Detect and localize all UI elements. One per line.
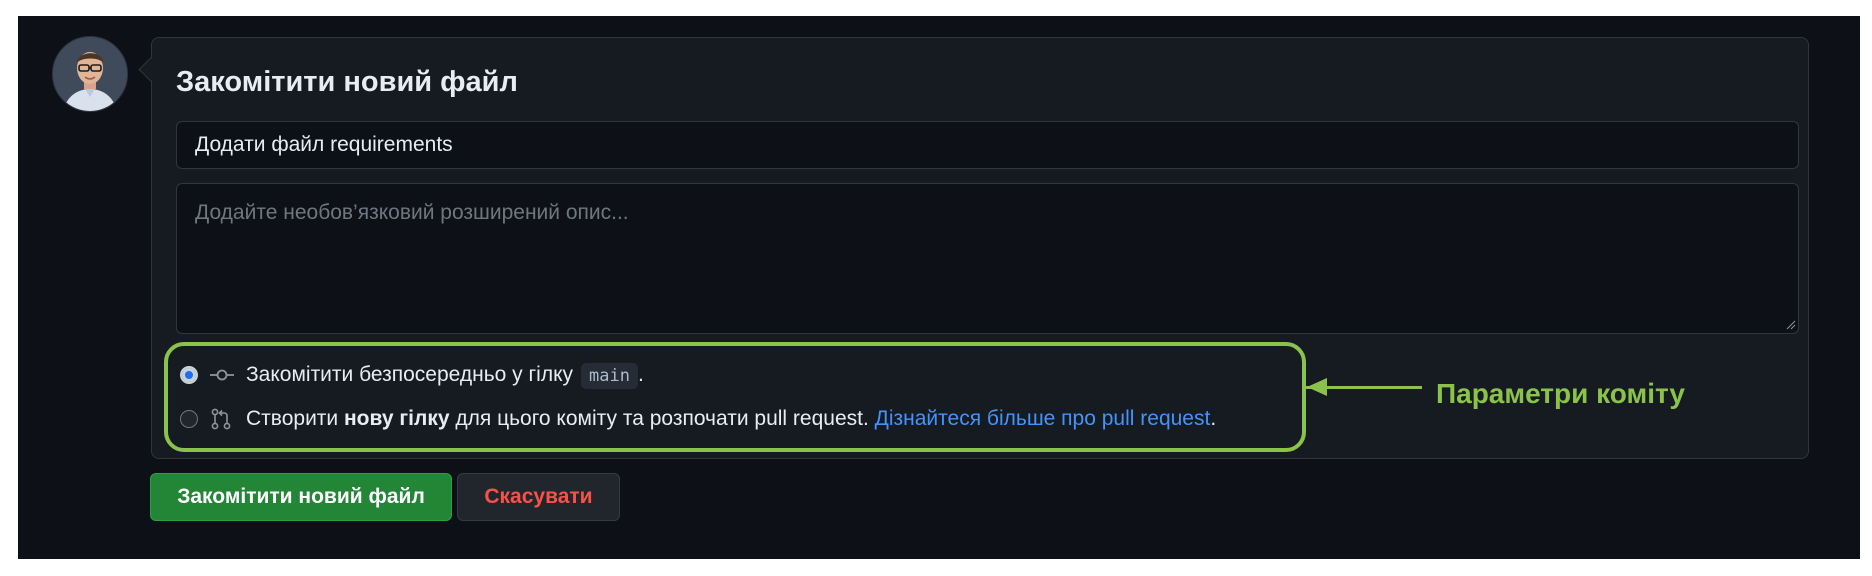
radio-commit-directly[interactable] xyxy=(180,366,198,384)
radio-new-branch[interactable] xyxy=(180,410,198,428)
commit-summary-input[interactable] xyxy=(176,121,1799,169)
resize-handle-icon[interactable] xyxy=(1786,320,1796,330)
option-new-branch-label: Створити нову гілку для цього коміту та … xyxy=(246,407,1217,430)
git-commit-icon xyxy=(210,364,236,386)
commit-description-textarea[interactable] xyxy=(176,183,1799,334)
commit-options-highlight xyxy=(164,342,1306,452)
branch-name-badge: main xyxy=(581,363,638,389)
git-pull-request-icon xyxy=(210,408,236,430)
annotation-arrow-head-icon xyxy=(1307,378,1327,396)
learn-more-pull-request-link[interactable]: Дізнайтеся більше про pull request xyxy=(875,407,1211,430)
cancel-button[interactable]: Скасувати xyxy=(457,473,620,521)
option-commit-directly-label: Закомітити безпосередньо у гілку main. xyxy=(246,363,644,389)
option-new-branch[interactable]: Створити нову гілку для цього коміту та … xyxy=(180,404,1216,434)
annotation-label: Параметри коміту xyxy=(1436,378,1685,409)
user-avatar xyxy=(52,36,128,112)
commit-form-title: Закомітити новий файл xyxy=(176,66,518,98)
commit-new-file-button[interactable]: Закомітити новий файл xyxy=(150,473,452,521)
option-commit-directly[interactable]: Закомітити безпосередньо у гілку main. xyxy=(180,360,644,390)
